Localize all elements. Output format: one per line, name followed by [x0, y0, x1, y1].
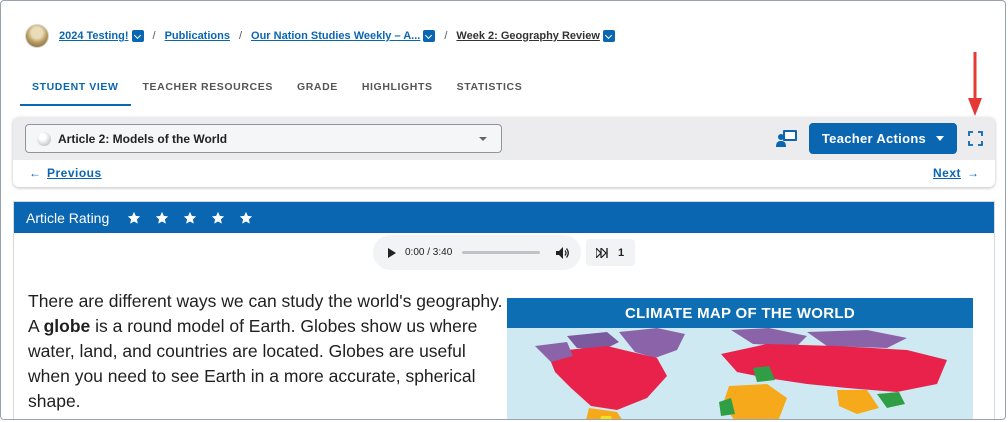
- tab-student-view[interactable]: STUDENT VIEW: [20, 77, 131, 106]
- fullscreen-icon[interactable]: [968, 131, 983, 146]
- tab-bar: STUDENT VIEW TEACHER RESOURCES GRADE HIG…: [20, 77, 534, 106]
- tab-statistics[interactable]: STATISTICS: [445, 77, 535, 106]
- world-map-graphic: [535, 328, 947, 419]
- globe-icon: [37, 131, 51, 146]
- map-title: CLIMATE MAP OF THE WORLD: [507, 298, 973, 328]
- previous-label: Previous: [47, 166, 102, 180]
- star-icon[interactable]: [127, 211, 141, 225]
- audio-time: 0:00 / 3:40: [405, 247, 453, 258]
- climate-map-image[interactable]: CLIMATE MAP OF THE WORLD: [507, 298, 973, 419]
- volume-icon[interactable]: [556, 246, 570, 259]
- tab-grade[interactable]: GRADE: [285, 77, 350, 106]
- breadcrumb-item-publications[interactable]: Publications: [165, 30, 230, 42]
- fast-forward-icon: [596, 247, 608, 258]
- chevron-down-icon[interactable]: [131, 30, 144, 42]
- breadcrumb: 2024 Testing! / Publications / Our Natio…: [25, 24, 615, 48]
- breadcrumb-separator: /: [444, 30, 448, 42]
- playback-speed-value: 1: [618, 246, 625, 259]
- breadcrumb-separator: /: [152, 30, 156, 42]
- previous-link[interactable]: ← Previous: [23, 166, 102, 180]
- article-toolbar: Article 2: Models of the World Teacher A…: [13, 117, 995, 187]
- article-panel: Article Rating 0:00 / 3:40 1 There are d…: [13, 201, 995, 419]
- teacher-actions-button[interactable]: Teacher Actions: [809, 123, 957, 154]
- playback-speed-button[interactable]: 1: [586, 239, 635, 266]
- toolbar-top-row: Article 2: Models of the World Teacher A…: [13, 117, 995, 160]
- chevron-down-icon[interactable]: [602, 30, 615, 42]
- article-text-part: is a round model of Earth. Globes show u…: [28, 316, 478, 411]
- app-window: 2024 Testing! / Publications / Our Natio…: [0, 0, 1006, 420]
- play-icon[interactable]: [388, 247, 396, 258]
- breadcrumb-item-week[interactable]: Week 2: Geography Review: [456, 30, 599, 42]
- star-icon[interactable]: [239, 211, 253, 225]
- audio-progress-slider[interactable]: [462, 251, 541, 254]
- caret-down-icon: [936, 136, 945, 141]
- next-link[interactable]: Next →: [933, 166, 985, 180]
- tab-highlights[interactable]: HIGHLIGHTS: [350, 77, 445, 106]
- next-label: Next: [932, 166, 961, 180]
- avatar[interactable]: [25, 24, 49, 48]
- chevron-down-icon[interactable]: [423, 30, 436, 42]
- breadcrumb-item-publication[interactable]: Our Nation Studies Weekly – A...: [251, 30, 420, 42]
- breadcrumb-item-testing[interactable]: 2024 Testing!: [59, 30, 129, 42]
- tab-teacher-resources[interactable]: TEACHER RESOURCES: [131, 77, 285, 106]
- star-icon[interactable]: [183, 211, 197, 225]
- article-rating-label: Article Rating: [26, 209, 110, 226]
- article-rating-bar: Article Rating: [14, 202, 994, 233]
- article-select-value: Article 2: Models of the World: [58, 131, 228, 146]
- caret-down-icon: [479, 137, 487, 141]
- breadcrumb-separator: /: [238, 30, 243, 42]
- present-to-class-icon[interactable]: [776, 128, 798, 148]
- audio-player: 0:00 / 3:40: [373, 235, 581, 270]
- star-icon[interactable]: [211, 211, 225, 225]
- teacher-actions-label: Teacher Actions: [821, 131, 927, 146]
- toolbar-nav-row: ← Previous Next →: [13, 160, 995, 187]
- article-select[interactable]: Article 2: Models of the World: [25, 124, 502, 153]
- arrow-left-icon: ←: [29, 166, 41, 180]
- star-icon[interactable]: [155, 211, 169, 225]
- annotation-arrow-icon: [968, 52, 982, 116]
- article-glossary-term[interactable]: globe: [44, 316, 91, 336]
- arrow-right-icon: →: [967, 166, 979, 180]
- article-body-text: There are different ways we can study th…: [28, 289, 508, 414]
